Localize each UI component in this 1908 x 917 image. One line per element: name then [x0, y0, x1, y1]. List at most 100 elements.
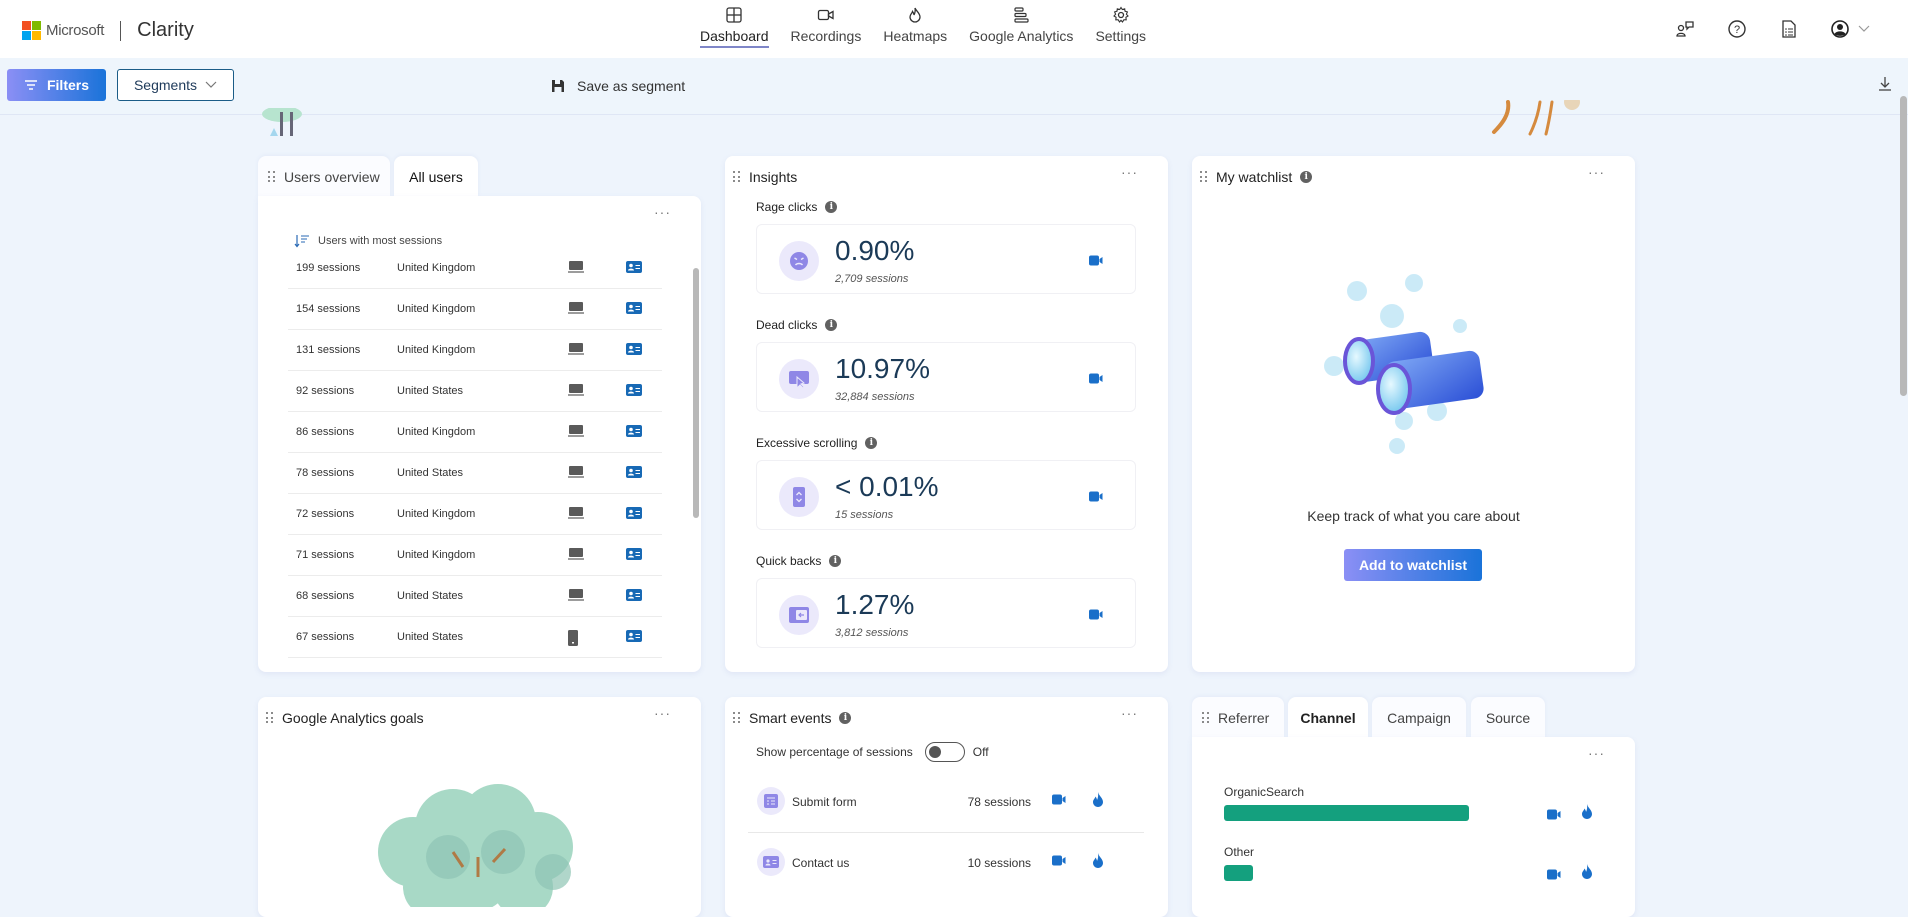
user-profile-icon[interactable]	[626, 343, 642, 358]
user-profile-icon[interactable]	[626, 384, 642, 399]
recordings-icon[interactable]	[1089, 607, 1103, 625]
tab-channel[interactable]: Channel	[1288, 697, 1368, 739]
save-as-segment-button[interactable]: Save as segment	[551, 78, 685, 94]
page-scrollbar[interactable]	[1900, 96, 1907, 396]
info-icon[interactable]: i	[1300, 171, 1313, 183]
user-profile-icon[interactable]	[626, 425, 642, 440]
info-icon[interactable]: i	[825, 201, 838, 213]
nav-label: Dashboard	[700, 28, 769, 48]
recordings-icon[interactable]	[1089, 489, 1103, 507]
recordings-icon[interactable]	[1052, 794, 1066, 808]
info-icon[interactable]: i	[829, 555, 842, 567]
user-profile-icon[interactable]	[626, 548, 642, 563]
session-count: 71 sessions	[296, 549, 355, 561]
filter-icon	[24, 80, 37, 90]
user-profile-icon[interactable]	[626, 302, 642, 317]
heatmap-icon[interactable]	[1092, 792, 1104, 810]
channel-bar[interactable]	[1224, 805, 1469, 821]
dead-click-icon	[779, 359, 819, 399]
drag-handle-icon[interactable]	[268, 171, 276, 183]
user-row[interactable]: 78 sessions United States	[288, 453, 662, 494]
more-options-button[interactable]: ···	[654, 705, 671, 721]
heatmap-icon[interactable]	[1581, 864, 1593, 884]
session-count: 67 sessions	[296, 631, 355, 643]
recordings-icon[interactable]	[1547, 807, 1561, 825]
tab-referrer[interactable]: Referrer	[1192, 697, 1284, 739]
metric-card[interactable]: 10.97% 32,884 sessions	[756, 342, 1136, 412]
nav-dashboard[interactable]: Dashboard	[700, 6, 769, 48]
drag-handle-icon[interactable]	[1200, 171, 1208, 183]
microsoft-clarity-logo[interactable]: Microsoft Clarity	[22, 19, 194, 42]
watchlist-message: Keep track of what you care about	[1307, 508, 1520, 524]
session-count: 199 sessions	[296, 262, 361, 274]
more-options-button[interactable]: ···	[654, 204, 671, 220]
recordings-icon[interactable]	[1089, 371, 1103, 389]
user-profile-icon[interactable]	[626, 589, 642, 604]
more-options-button[interactable]: ···	[1588, 164, 1605, 180]
heatmap-icon[interactable]	[1092, 853, 1104, 871]
session-count: 78 sessions	[296, 467, 355, 479]
user-row[interactable]: 92 sessions United States	[288, 371, 662, 412]
svg-text:?: ?	[1734, 24, 1740, 36]
drag-handle-icon[interactable]	[1202, 712, 1210, 724]
user-row[interactable]: 154 sessions United Kingdom	[288, 289, 662, 330]
info-icon[interactable]: i	[865, 437, 878, 449]
nav-google-analytics[interactable]: Google Analytics	[969, 6, 1073, 48]
account-icon[interactable]	[1830, 18, 1876, 40]
sort-header[interactable]: Users with most sessions	[294, 234, 442, 248]
nav-settings[interactable]: Settings	[1095, 6, 1146, 48]
feedback-icon[interactable]	[1674, 18, 1696, 40]
tab-campaign[interactable]: Campaign	[1372, 697, 1466, 739]
help-icon[interactable]: ?	[1726, 18, 1748, 40]
nav-heatmaps[interactable]: Heatmaps	[883, 6, 947, 48]
scroll-icon	[779, 477, 819, 517]
save-icon	[552, 80, 564, 92]
user-row[interactable]: 131 sessions United Kingdom	[288, 330, 662, 371]
info-icon[interactable]: i	[825, 319, 838, 331]
recordings-icon[interactable]	[1089, 253, 1103, 271]
user-row[interactable]: 86 sessions United Kingdom	[288, 412, 662, 453]
percentage-toggle[interactable]	[924, 742, 965, 762]
user-profile-icon[interactable]	[626, 261, 642, 276]
drag-handle-icon[interactable]	[266, 712, 274, 724]
drag-handle-icon[interactable]	[733, 171, 741, 183]
tab-all-users[interactable]: All users	[394, 156, 478, 198]
toggle-label: Show percentage of sessions	[756, 745, 913, 759]
user-profile-icon[interactable]	[626, 466, 642, 481]
heatmap-icon[interactable]	[1581, 804, 1593, 824]
tab-users-overview[interactable]: Users overview	[258, 156, 390, 198]
watchlist-card: My watchlist i ··· Keep track of what yo…	[1192, 156, 1635, 672]
download-icon[interactable]	[1878, 76, 1892, 97]
metric-card[interactable]: < 0.01% 15 sessions	[756, 460, 1136, 530]
list-scrollbar[interactable]	[693, 268, 699, 518]
channel-bar[interactable]	[1224, 865, 1253, 881]
drag-handle-icon[interactable]	[733, 712, 741, 724]
user-row[interactable]: 71 sessions United Kingdom	[288, 535, 662, 576]
user-row[interactable]: 72 sessions United Kingdom	[288, 494, 662, 535]
metric-card[interactable]: 1.27% 3,812 sessions	[756, 578, 1136, 648]
add-to-watchlist-button[interactable]: Add to watchlist	[1344, 549, 1482, 581]
recordings-icon[interactable]	[1052, 855, 1066, 869]
tab-source[interactable]: Source	[1471, 697, 1545, 739]
user-row[interactable]: 68 sessions United States	[288, 576, 662, 617]
sort-descending-icon	[294, 235, 309, 248]
more-options-button[interactable]: ···	[1121, 705, 1138, 721]
document-icon[interactable]	[1778, 18, 1800, 40]
user-row[interactable]: 67 sessions United States	[288, 617, 662, 658]
user-profile-icon[interactable]	[626, 507, 642, 522]
info-icon[interactable]: i	[839, 712, 852, 724]
filters-button[interactable]: Filters	[7, 69, 106, 101]
user-row[interactable]: 199 sessions United Kingdom	[288, 248, 662, 289]
binoculars-illustration	[1324, 274, 1484, 454]
smart-event-row[interactable]: Submit form 78 sessions	[748, 773, 1144, 833]
metric-sessions: 15 sessions	[835, 509, 894, 521]
event-name: Contact us	[792, 856, 850, 870]
segments-dropdown[interactable]: Segments	[117, 69, 234, 101]
recordings-icon[interactable]	[1547, 867, 1561, 885]
nav-recordings[interactable]: Recordings	[791, 6, 861, 48]
user-profile-icon[interactable]	[626, 630, 642, 645]
metric-card[interactable]: 0.90% 2,709 sessions	[756, 224, 1136, 294]
more-options-button[interactable]: ···	[1121, 164, 1138, 180]
smart-event-row[interactable]: Contact us 10 sessions	[748, 834, 1144, 894]
more-options-button[interactable]: ···	[1588, 745, 1605, 761]
